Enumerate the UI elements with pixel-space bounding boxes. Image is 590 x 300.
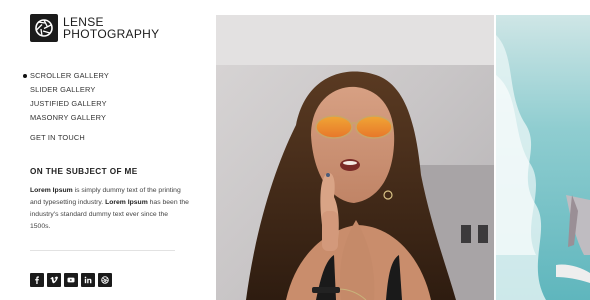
vimeo-icon[interactable] [47,273,61,287]
nav-item-slider-gallery[interactable]: SLIDER GALLERY [30,85,109,99]
sidebar-divider [30,250,175,251]
site-title: LENSE PHOTOGRAPHY [63,16,159,40]
dribbble-icon[interactable] [98,273,112,287]
about-text: Lorem Ipsum is simply dummy text of the … [30,185,190,233]
nav-item-scroller-gallery[interactable]: SCROLLER GALLERY [22,71,109,85]
nav-item-masonry-gallery[interactable]: MASONRY GALLERY [30,113,109,127]
nav-item-justified-gallery[interactable]: JUSTIFIED GALLERY [30,99,109,113]
aperture-icon [30,14,58,42]
social-links [30,273,112,287]
youtube-icon[interactable] [64,273,78,287]
gallery-photo-1[interactable] [216,15,494,300]
main-nav: SCROLLER GALLERY SLIDER GALLERY JUSTIFIE… [22,71,109,147]
about-bold-1: Lorem Ipsum [30,187,73,194]
scroller-gallery[interactable] [216,15,590,300]
gallery-photo-2[interactable] [496,15,590,300]
facebook-icon[interactable] [30,273,44,287]
linkedin-icon[interactable] [81,273,95,287]
sidebar: LENSE PHOTOGRAPHY SCROLLER GALLERY SLIDE… [0,0,216,300]
about-heading: ON THE SUBJECT OF ME [30,167,138,176]
site-logo[interactable]: LENSE PHOTOGRAPHY [30,14,159,42]
site-title-line2: PHOTOGRAPHY [63,27,160,41]
nav-item-get-in-touch[interactable]: GET IN TOUCH [30,133,109,147]
about-bold-2: Lorem Ipsum [105,199,148,206]
